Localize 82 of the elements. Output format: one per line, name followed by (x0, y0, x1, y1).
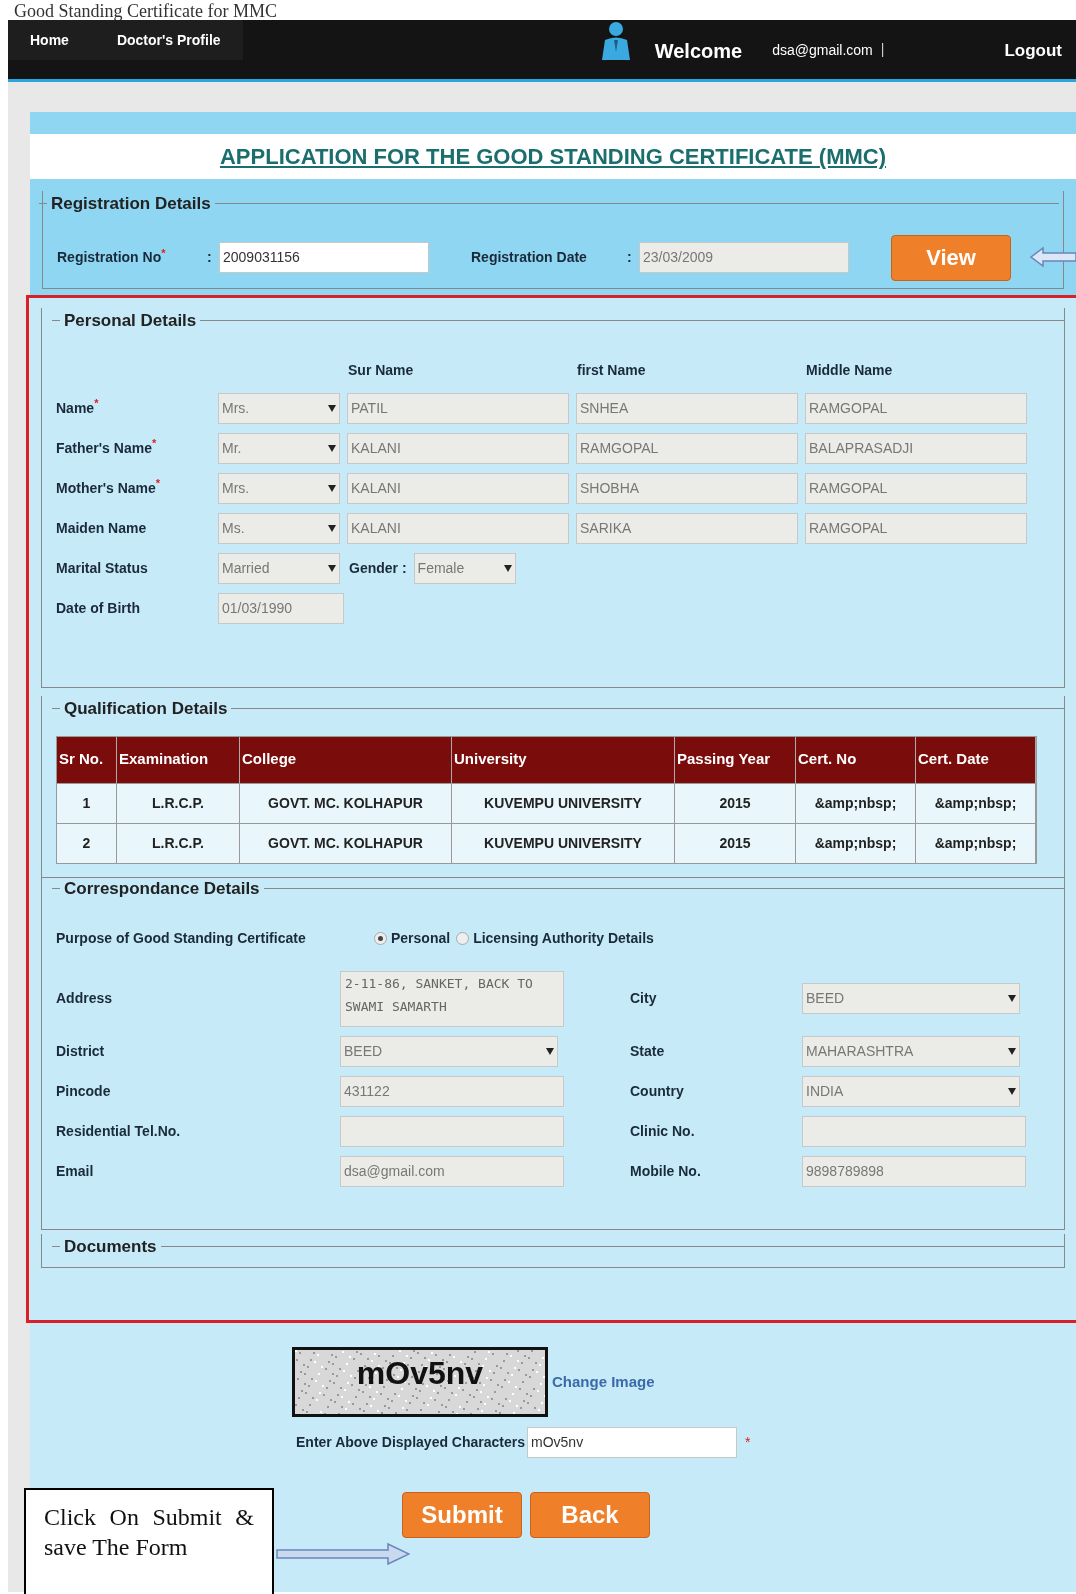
field-label: Maiden Name (56, 518, 148, 538)
welcome-text: Welcome (654, 39, 743, 64)
table-cell: 2015 (675, 783, 796, 823)
form-title: APPLICATION FOR THE GOOD STANDING CERTIFICATE (MMC) (219, 143, 887, 171)
dropdown-arrow-icon (1008, 995, 1016, 1002)
field-label: Enter Above Displayed Characters (296, 1433, 525, 1452)
table-cell: KUVEMPU UNIVERSITY (452, 783, 675, 823)
field-label: Pincode (56, 1081, 112, 1101)
section-legend: Documents (64, 1234, 157, 1260)
table-cell: &amp;nbsp; (916, 783, 1036, 823)
table-cell: 2015 (675, 823, 796, 863)
field-label: Email (56, 1161, 95, 1181)
colon: : (627, 248, 633, 267)
field-label: City (630, 989, 658, 1008)
registration-number-field[interactable]: 2009031156 (219, 242, 429, 273)
column-header: first Name (577, 360, 647, 380)
dropdown-arrow-icon (1008, 1047, 1016, 1055)
captcha-input[interactable]: mOv5nv (527, 1427, 737, 1458)
table-cell: GOVT. MC. KOLHAPUR (240, 783, 452, 823)
logout-link[interactable]: Logout (1004, 38, 1062, 64)
field-label: Address (56, 989, 114, 1008)
section-legend: Correspondance Details (64, 876, 260, 902)
dropdown-arrow-icon (328, 564, 336, 572)
table-cell: 2 (57, 823, 117, 863)
nav-link[interactable]: Home (30, 30, 69, 60)
change-image-link[interactable]: Change Image (552, 1370, 655, 1394)
dropdown-arrow-icon (328, 404, 336, 412)
field-label: District (56, 1041, 106, 1061)
field-label: Date of Birth (56, 598, 141, 618)
table-header-cell: College (240, 736, 452, 783)
table-cell: L.R.C.P. (117, 823, 240, 863)
section-legend: Registration Details (51, 191, 211, 217)
field-label: Country (630, 1081, 685, 1101)
field-label: Mobile No. (630, 1161, 702, 1181)
table-cell: &amp;nbsp; (916, 823, 1036, 863)
table-header-cell: Passing Year (675, 736, 796, 783)
table-header-cell: Cert. Date (916, 736, 1036, 783)
field-label: Registration Date (471, 248, 588, 267)
field-label: Gender : (349, 558, 407, 578)
radio-label: Licensing Authority Details (473, 928, 654, 948)
callout-text: Click On Submit & save The Form (44, 1503, 254, 1562)
radio-label: Personal (391, 928, 451, 948)
field-label: State (630, 1041, 666, 1061)
section-legend: Personal Details (64, 308, 197, 334)
dropdown-arrow-icon (546, 1047, 554, 1055)
column-header: Middle Name (806, 360, 894, 380)
form-button[interactable]: Submit (402, 1492, 522, 1538)
section-legend: Qualification Details (64, 696, 228, 722)
column-header: Sur Name (348, 360, 415, 380)
table-cell: KUVEMPU UNIVERSITY (452, 823, 675, 863)
field-label: Residential Tel.No. (56, 1121, 182, 1141)
form-button[interactable]: Back (530, 1492, 650, 1538)
field-label: Registration No$^{*}$ (57, 247, 167, 267)
nav-link[interactable]: Doctor's Profile (116, 30, 221, 60)
table-header-cell: Sr No. (57, 736, 117, 783)
field-label: Mother's Name$^{*}$ (56, 477, 162, 498)
view-button[interactable]: View (891, 234, 1011, 281)
table-cell: GOVT. MC. KOLHAPUR (240, 823, 452, 863)
captcha-image: mOv5nv (292, 1347, 548, 1417)
required-mark: * (745, 1433, 751, 1452)
field-label: Marital Status (56, 558, 149, 578)
pointer-arrow (1030, 246, 1076, 268)
user-email: dsa@gmail.com (772, 41, 873, 60)
field-label: Father's Name$^{*}$ (56, 437, 158, 458)
table-cell: &amp;nbsp; (796, 783, 916, 823)
table-cell: &amp;nbsp; (796, 823, 916, 863)
separator: | (880, 40, 885, 59)
table-cell: L.R.C.P. (117, 783, 240, 823)
table-cell: 1 (57, 783, 117, 823)
dropdown-arrow-icon (503, 564, 512, 572)
table-header-cell: Examination (117, 736, 240, 783)
field-label: Clinic No. (630, 1121, 696, 1141)
field-label: Name$^{*}$ (56, 397, 100, 418)
dropdown-arrow-icon (328, 444, 336, 452)
dropdown-arrow-icon (1008, 1087, 1016, 1095)
colon: : (207, 248, 213, 267)
field-label: Purpose of Good Standing Certificate (56, 928, 307, 948)
dropdown-arrow-icon (328, 524, 336, 532)
table-header-cell: University (452, 736, 675, 783)
dropdown-arrow-icon (328, 484, 336, 492)
page-caption: Good Standing Certificate for MMC (14, 1, 277, 21)
table-header-cell: Cert. No (796, 736, 916, 783)
